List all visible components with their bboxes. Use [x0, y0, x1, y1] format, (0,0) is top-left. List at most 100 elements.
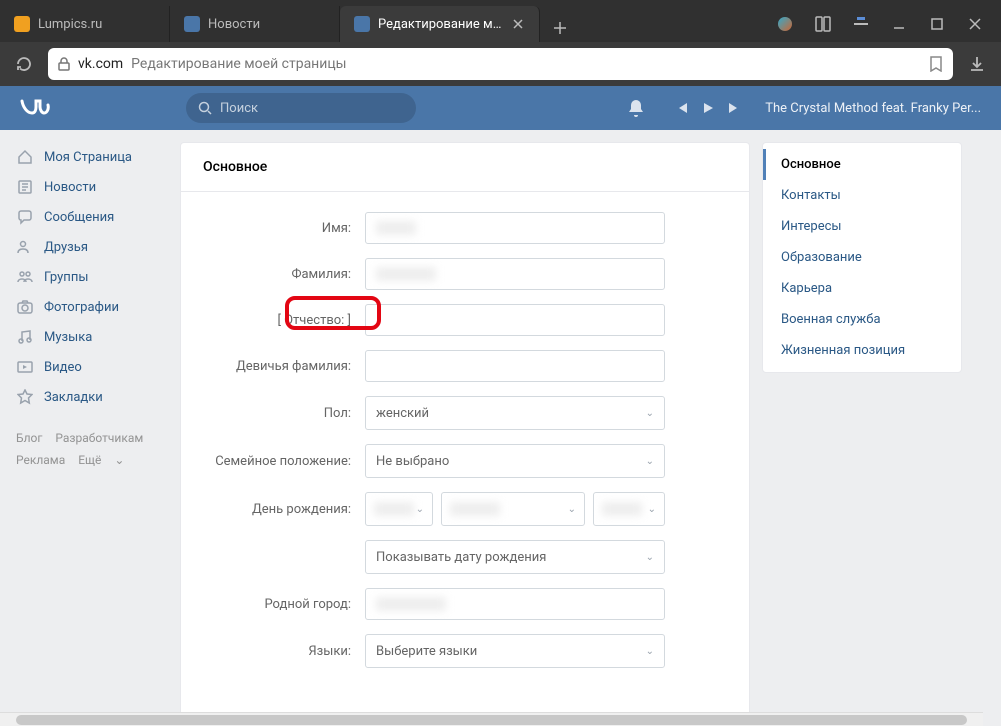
chevron-down-icon: ⌄ [646, 408, 654, 419]
play-icon[interactable] [701, 101, 715, 115]
chevron-down-icon: ⌄ [646, 552, 654, 563]
first-name-input[interactable] [365, 212, 665, 244]
favicon-icon [354, 16, 370, 32]
next-track-icon[interactable] [727, 101, 741, 115]
vk-header: Поиск The Crystal Method feat. Franky Pe… [0, 86, 1001, 130]
bookmarks-panel-icon[interactable] [815, 16, 831, 32]
address-title: Редактирование моей страницы [131, 56, 921, 72]
prev-track-icon[interactable] [675, 101, 689, 115]
home-icon [16, 148, 34, 166]
lock-icon [58, 57, 70, 71]
chevron-down-icon: ⌄ [648, 504, 656, 515]
extensions-icon[interactable] [853, 16, 869, 32]
nav-messages[interactable]: Сообщения [0, 202, 180, 232]
search-placeholder: Поиск [220, 101, 258, 116]
minimize-icon[interactable] [891, 16, 907, 32]
settings-sections: Основное Контакты Интересы Образование К… [762, 142, 962, 373]
tab-title: Lumpics.ru [38, 17, 155, 32]
browser-ext-icon[interactable] [777, 16, 793, 32]
left-nav: Моя Страница Новости Сообщения Друзья Гр… [0, 130, 180, 726]
page-body: Моя Страница Новости Сообщения Друзья Гр… [0, 130, 1001, 726]
chevron-down-icon: ⌄ [416, 504, 424, 515]
address-domain: vk.com [78, 56, 123, 72]
search-icon [198, 101, 212, 115]
section-life-position[interactable]: Жизненная позиция [763, 335, 961, 366]
last-name-input[interactable] [365, 258, 665, 290]
tab-title: Редактирование моей… [378, 17, 503, 32]
groups-icon [16, 268, 34, 286]
edit-form-card: Основное Имя: Фамилия: [ Отчество: ] Дев… [180, 142, 750, 726]
close-icon[interactable] [511, 17, 525, 31]
nav-video[interactable]: Видео [0, 352, 180, 382]
nav-bookmarks[interactable]: Закладки [0, 382, 180, 412]
nav-photos[interactable]: Фотографии [0, 292, 180, 322]
tab-bar: Lumpics.ru Новости Редактирование моей… [0, 0, 1001, 42]
nav-music[interactable]: Музыка [0, 322, 180, 352]
card-title: Основное [181, 143, 749, 192]
close-window-icon[interactable] [967, 16, 983, 32]
camera-icon [16, 298, 34, 316]
notifications-icon[interactable] [627, 98, 645, 118]
player-controls [675, 101, 741, 115]
label-maiden-name: Девичья фамилия: [203, 359, 365, 374]
favicon-icon [184, 16, 200, 32]
section-military[interactable]: Военная служба [763, 304, 961, 335]
maiden-name-input[interactable] [365, 350, 665, 382]
section-main[interactable]: Основное [763, 149, 961, 180]
bday-day-select[interactable]: ⌄ [365, 492, 433, 526]
tab-lumpics[interactable]: Lumpics.ru [0, 6, 170, 42]
languages-select[interactable]: Выберите языки⌄ [365, 634, 665, 668]
video-icon [16, 358, 34, 376]
footer-dev[interactable]: Разработчикам [55, 431, 143, 445]
label-languages: Языки: [203, 644, 365, 659]
address-bar: vk.com Редактирование моей страницы [0, 42, 1001, 86]
bookmark-icon[interactable] [929, 56, 943, 72]
footer-blog[interactable]: Блог [16, 431, 42, 445]
bday-month-select[interactable]: ⌄ [441, 492, 585, 526]
vk-logo-icon[interactable] [20, 99, 56, 117]
section-contacts[interactable]: Контакты [763, 180, 961, 211]
address-input[interactable]: vk.com Редактирование моей страницы [48, 48, 953, 80]
section-interests[interactable]: Интересы [763, 211, 961, 242]
gender-select[interactable]: женский⌄ [365, 396, 665, 430]
label-marital: Семейное положение: [203, 454, 365, 469]
star-icon [16, 388, 34, 406]
label-gender: Пол: [203, 406, 365, 421]
now-playing[interactable]: The Crystal Method feat. Franky Per... [765, 101, 981, 116]
new-tab-button[interactable] [546, 14, 574, 42]
music-icon [16, 328, 34, 346]
bday-visibility-select[interactable]: Показывать дату рождения⌄ [365, 540, 665, 574]
label-first-name: Имя: [203, 221, 365, 236]
label-birthday: День рождения: [203, 502, 365, 517]
label-last-name: Фамилия: [203, 267, 365, 282]
friends-icon [16, 238, 34, 256]
label-hometown: Родной город: [203, 597, 365, 612]
footer-ads[interactable]: Реклама [16, 453, 65, 467]
footer-more[interactable]: Ещё ⌄ [78, 453, 134, 467]
patronymic-input[interactable] [365, 304, 665, 336]
hometown-input[interactable] [365, 588, 665, 620]
nav-footer: Блог Разработчикам Реклама Ещё ⌄ [0, 412, 180, 487]
horizontal-scrollbar[interactable] [0, 712, 983, 726]
downloads-icon[interactable] [967, 54, 987, 74]
tab-news[interactable]: Новости [170, 6, 340, 42]
news-icon [16, 178, 34, 196]
refresh-icon[interactable] [14, 54, 34, 74]
marital-select[interactable]: Не выбрано⌄ [365, 444, 665, 478]
section-education[interactable]: Образование [763, 242, 961, 273]
chevron-down-icon: ⌄ [646, 646, 654, 657]
chevron-down-icon: ⌄ [114, 453, 124, 467]
favicon-icon [14, 16, 30, 32]
chevron-down-icon: ⌄ [646, 456, 654, 467]
maximize-icon[interactable] [929, 16, 945, 32]
bday-year-select[interactable]: ⌄ [593, 492, 665, 526]
nav-my-page[interactable]: Моя Страница [0, 142, 180, 172]
nav-groups[interactable]: Группы [0, 262, 180, 292]
chevron-down-icon: ⌄ [568, 504, 576, 515]
search-input[interactable]: Поиск [186, 93, 416, 123]
nav-news[interactable]: Новости [0, 172, 180, 202]
tab-title: Новости [208, 17, 325, 32]
tab-edit-page[interactable]: Редактирование моей… [340, 6, 540, 42]
section-career[interactable]: Карьера [763, 273, 961, 304]
nav-friends[interactable]: Друзья [0, 232, 180, 262]
